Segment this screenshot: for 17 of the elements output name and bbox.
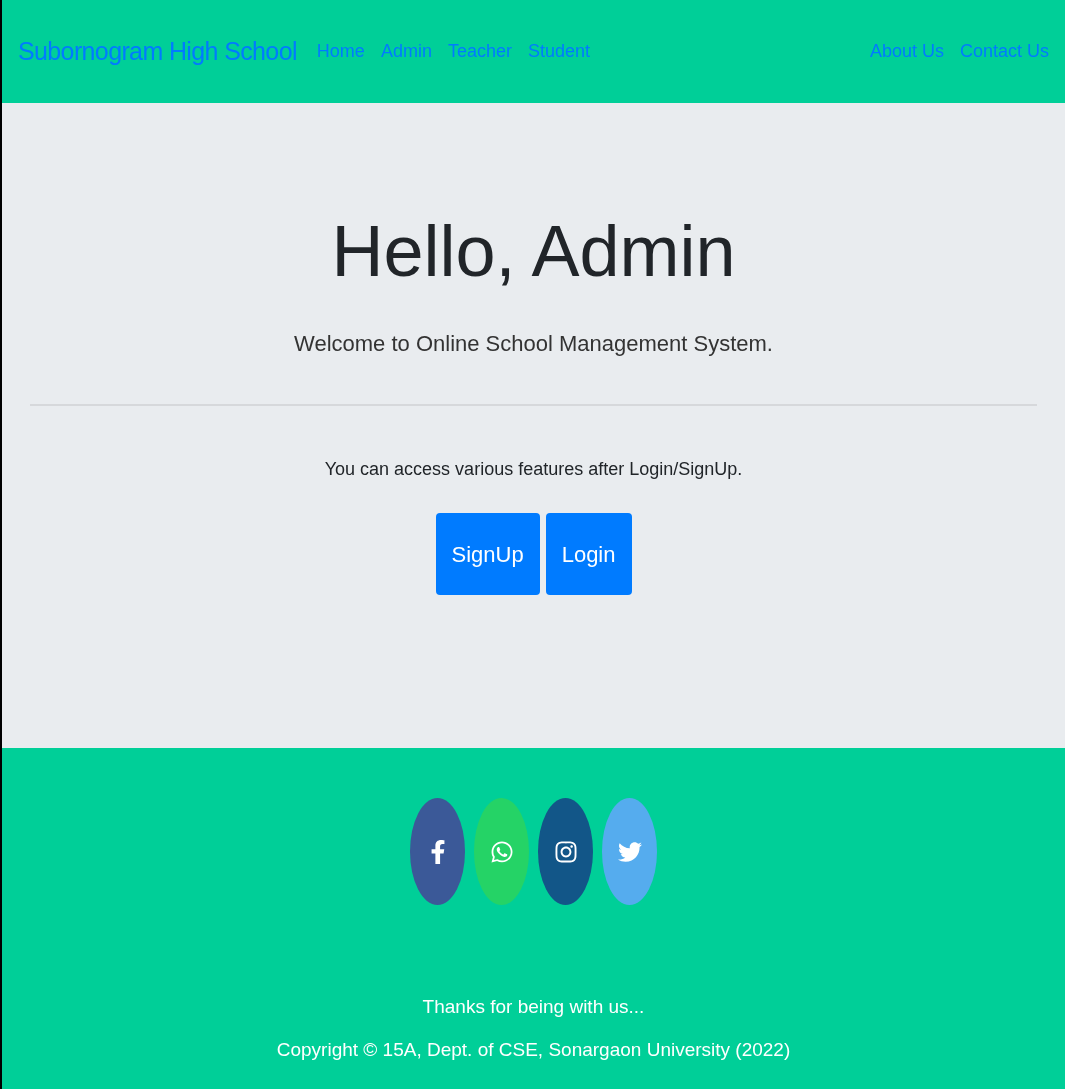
copyright-text: Copyright © 15A, Dept. of CSE, Sonargaon University (2022) — [276, 1037, 791, 1062]
bird-icon — [617, 839, 642, 864]
nav-link[interactable]: Contact Us — [959, 38, 1049, 65]
phone-bubble-icon — [489, 839, 514, 864]
nav-link[interactable]: Home — [316, 38, 365, 65]
auth-button[interactable]: Login — [545, 513, 632, 595]
nav-link[interactable]: Teacher — [447, 38, 512, 65]
thanks-text: Thanks for being with us... — [422, 995, 645, 1019]
brand-link[interactable]: Subornogram High School — [18, 32, 297, 71]
auth-button[interactable]: SignUp — [435, 513, 540, 595]
nav-link[interactable]: Student — [527, 38, 590, 65]
hero-subtitle: Welcome to Online School Management System. — [294, 330, 773, 358]
camera-icon — [553, 839, 578, 864]
hero-title: Hello, Admin — [331, 215, 736, 287]
nav-link[interactable]: About Us — [869, 38, 944, 65]
nav-link[interactable]: Admin — [380, 38, 432, 65]
hero-note: You can access various features after Login/SignUp. — [324, 458, 743, 481]
